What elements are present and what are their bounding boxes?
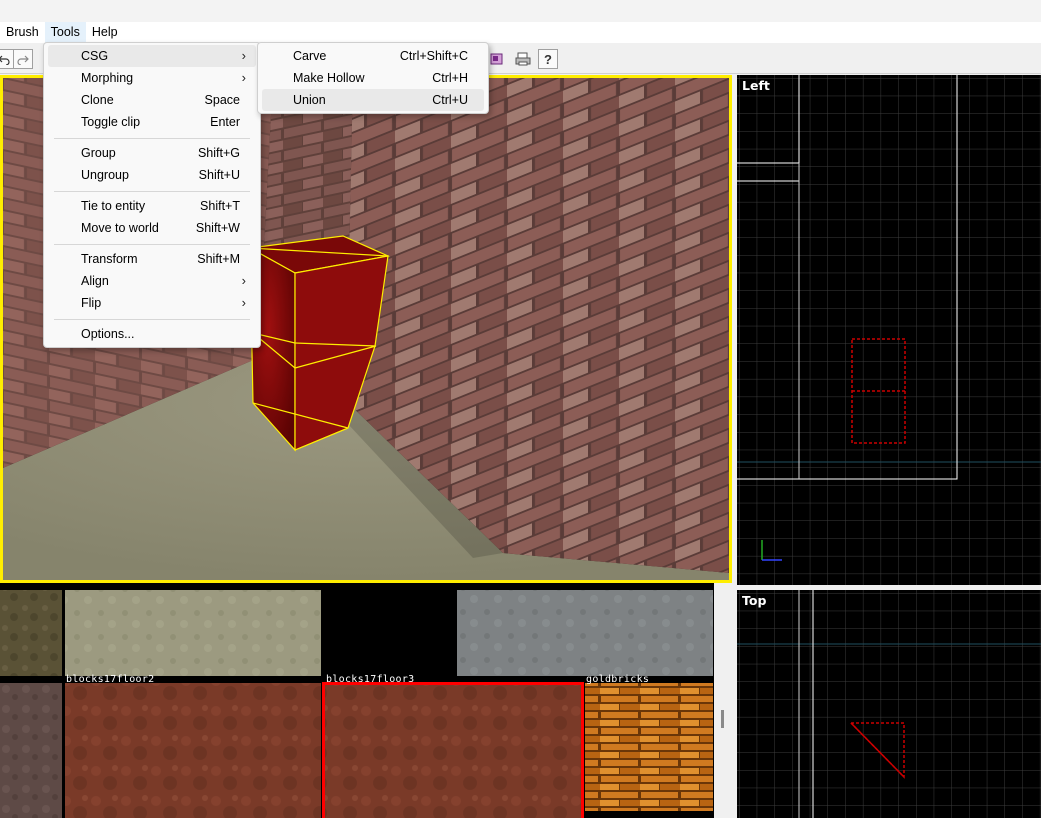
editor-window: Brush Tools Help ? Left Top blocks17floo… — [0, 0, 1041, 818]
menu-item-shortcut: Shift+T — [200, 199, 240, 213]
menu-item-label: Group — [81, 146, 116, 160]
help-icon[interactable]: ? — [538, 49, 558, 69]
menu-separator — [54, 138, 250, 139]
submenu-arrow-icon: › — [241, 295, 246, 310]
texture-scrollbar[interactable] — [714, 583, 732, 818]
menu-item-shortcut: Ctrl+U — [432, 93, 468, 107]
menu-item-label: Clone — [81, 93, 114, 107]
menu-item-clone[interactable]: Clone Space — [48, 89, 256, 111]
texture-tile-blocks17floor3[interactable] — [325, 683, 581, 818]
menu-item-flip[interactable]: Flip › — [48, 292, 256, 314]
viewport-left-grid — [737, 75, 1041, 585]
menu-item-transform[interactable]: Transform Shift+M — [48, 248, 256, 270]
menu-item-carve[interactable]: Carve Ctrl+Shift+C — [262, 45, 484, 67]
menu-help[interactable]: Help — [86, 22, 124, 43]
redo-icon[interactable] — [13, 49, 33, 69]
texture-tile[interactable] — [0, 590, 62, 676]
menu-separator — [54, 244, 250, 245]
tools-menu: CSG › Morphing › Clone Space Toggle clip… — [43, 42, 261, 348]
menu-item-label: CSG — [81, 49, 109, 63]
menu-item-shortcut: Shift+G — [197, 146, 240, 160]
menu-bar: Brush Tools Help — [0, 22, 1041, 43]
menu-item-label: Toggle clip — [81, 115, 141, 129]
texture-tile[interactable] — [65, 590, 321, 676]
menu-item-tie-to-entity[interactable]: Tie to entity Shift+T — [48, 195, 256, 217]
submenu-arrow-icon: › — [241, 273, 246, 288]
menu-item-shortcut: Enter — [210, 115, 240, 129]
texture-tile-goldbricks[interactable] — [585, 683, 713, 811]
menu-item-morphing[interactable]: Morphing › — [48, 67, 256, 89]
csg-submenu: Carve Ctrl+Shift+C Make Hollow Ctrl+H Un… — [257, 42, 489, 114]
menu-separator — [54, 319, 250, 320]
viewport-top-label: Top — [742, 593, 767, 608]
texture-lock-icon[interactable] — [487, 49, 507, 69]
menu-item-label: Move to world — [81, 221, 159, 235]
menu-item-ungroup[interactable]: Ungroup Shift+U — [48, 164, 256, 186]
menu-tools[interactable]: Tools — [44, 22, 86, 43]
menu-item-label: Transform — [81, 252, 138, 266]
texture-tile[interactable] — [0, 683, 62, 818]
menu-item-label: Align — [81, 274, 109, 288]
undo-icon[interactable] — [0, 49, 14, 69]
submenu-arrow-icon: › — [241, 70, 246, 85]
print-icon[interactable] — [513, 49, 533, 69]
title-bar — [0, 0, 1041, 22]
texture-label: blocks17floor2 — [66, 674, 155, 685]
menu-item-union[interactable]: Union Ctrl+U — [262, 89, 484, 111]
texture-label: goldbricks — [586, 674, 650, 685]
menu-separator — [54, 191, 250, 192]
help-glyph: ? — [544, 51, 552, 67]
menu-item-move-to-world[interactable]: Move to world Shift+W — [48, 217, 256, 239]
menu-item-label: Union — [293, 93, 326, 107]
menu-item-align[interactable]: Align › — [48, 270, 256, 292]
menu-item-shortcut: Space — [204, 93, 240, 107]
scrollbar-thumb[interactable] — [721, 710, 724, 728]
menu-item-label: Make Hollow — [293, 71, 365, 85]
menu-item-toggle-clip[interactable]: Toggle clip Enter — [48, 111, 256, 133]
texture-tile[interactable] — [457, 590, 713, 676]
menu-brush[interactable]: Brush — [0, 22, 45, 43]
texture-label: blocks17floor3 — [326, 674, 415, 685]
menu-item-label: Flip — [81, 296, 102, 310]
menu-item-csg[interactable]: CSG › — [48, 45, 256, 67]
menu-item-shortcut: Shift+M — [197, 252, 240, 266]
menu-item-shortcut: Ctrl+Shift+C — [399, 49, 468, 63]
menu-item-label: Morphing — [81, 71, 134, 85]
viewport-top-grid — [737, 590, 1041, 818]
menu-item-shortcut: Shift+W — [195, 221, 240, 235]
menu-item-make-hollow[interactable]: Make Hollow Ctrl+H — [262, 67, 484, 89]
menu-item-shortcut: Ctrl+H — [432, 71, 468, 85]
menu-item-label: Tie to entity — [81, 199, 146, 213]
viewport-left[interactable]: Left — [737, 75, 1041, 585]
menu-item-group[interactable]: Group Shift+G — [48, 142, 256, 164]
viewport-left-label: Left — [742, 78, 770, 93]
menu-item-shortcut: Shift+U — [198, 168, 240, 182]
viewport-top[interactable]: Top — [737, 590, 1041, 818]
menu-item-options[interactable]: Options... — [48, 323, 256, 345]
texture-tile-blocks17floor2[interactable] — [65, 683, 321, 818]
texture-thumbnails — [0, 590, 713, 818]
menu-item-label: Carve — [293, 49, 327, 63]
menu-item-label: Options... — [81, 327, 135, 341]
texture-browser: blocks17floor2 blocks17floor3 goldbricks — [0, 583, 732, 818]
menu-item-label: Ungroup — [81, 168, 129, 182]
submenu-arrow-icon: › — [241, 48, 246, 63]
